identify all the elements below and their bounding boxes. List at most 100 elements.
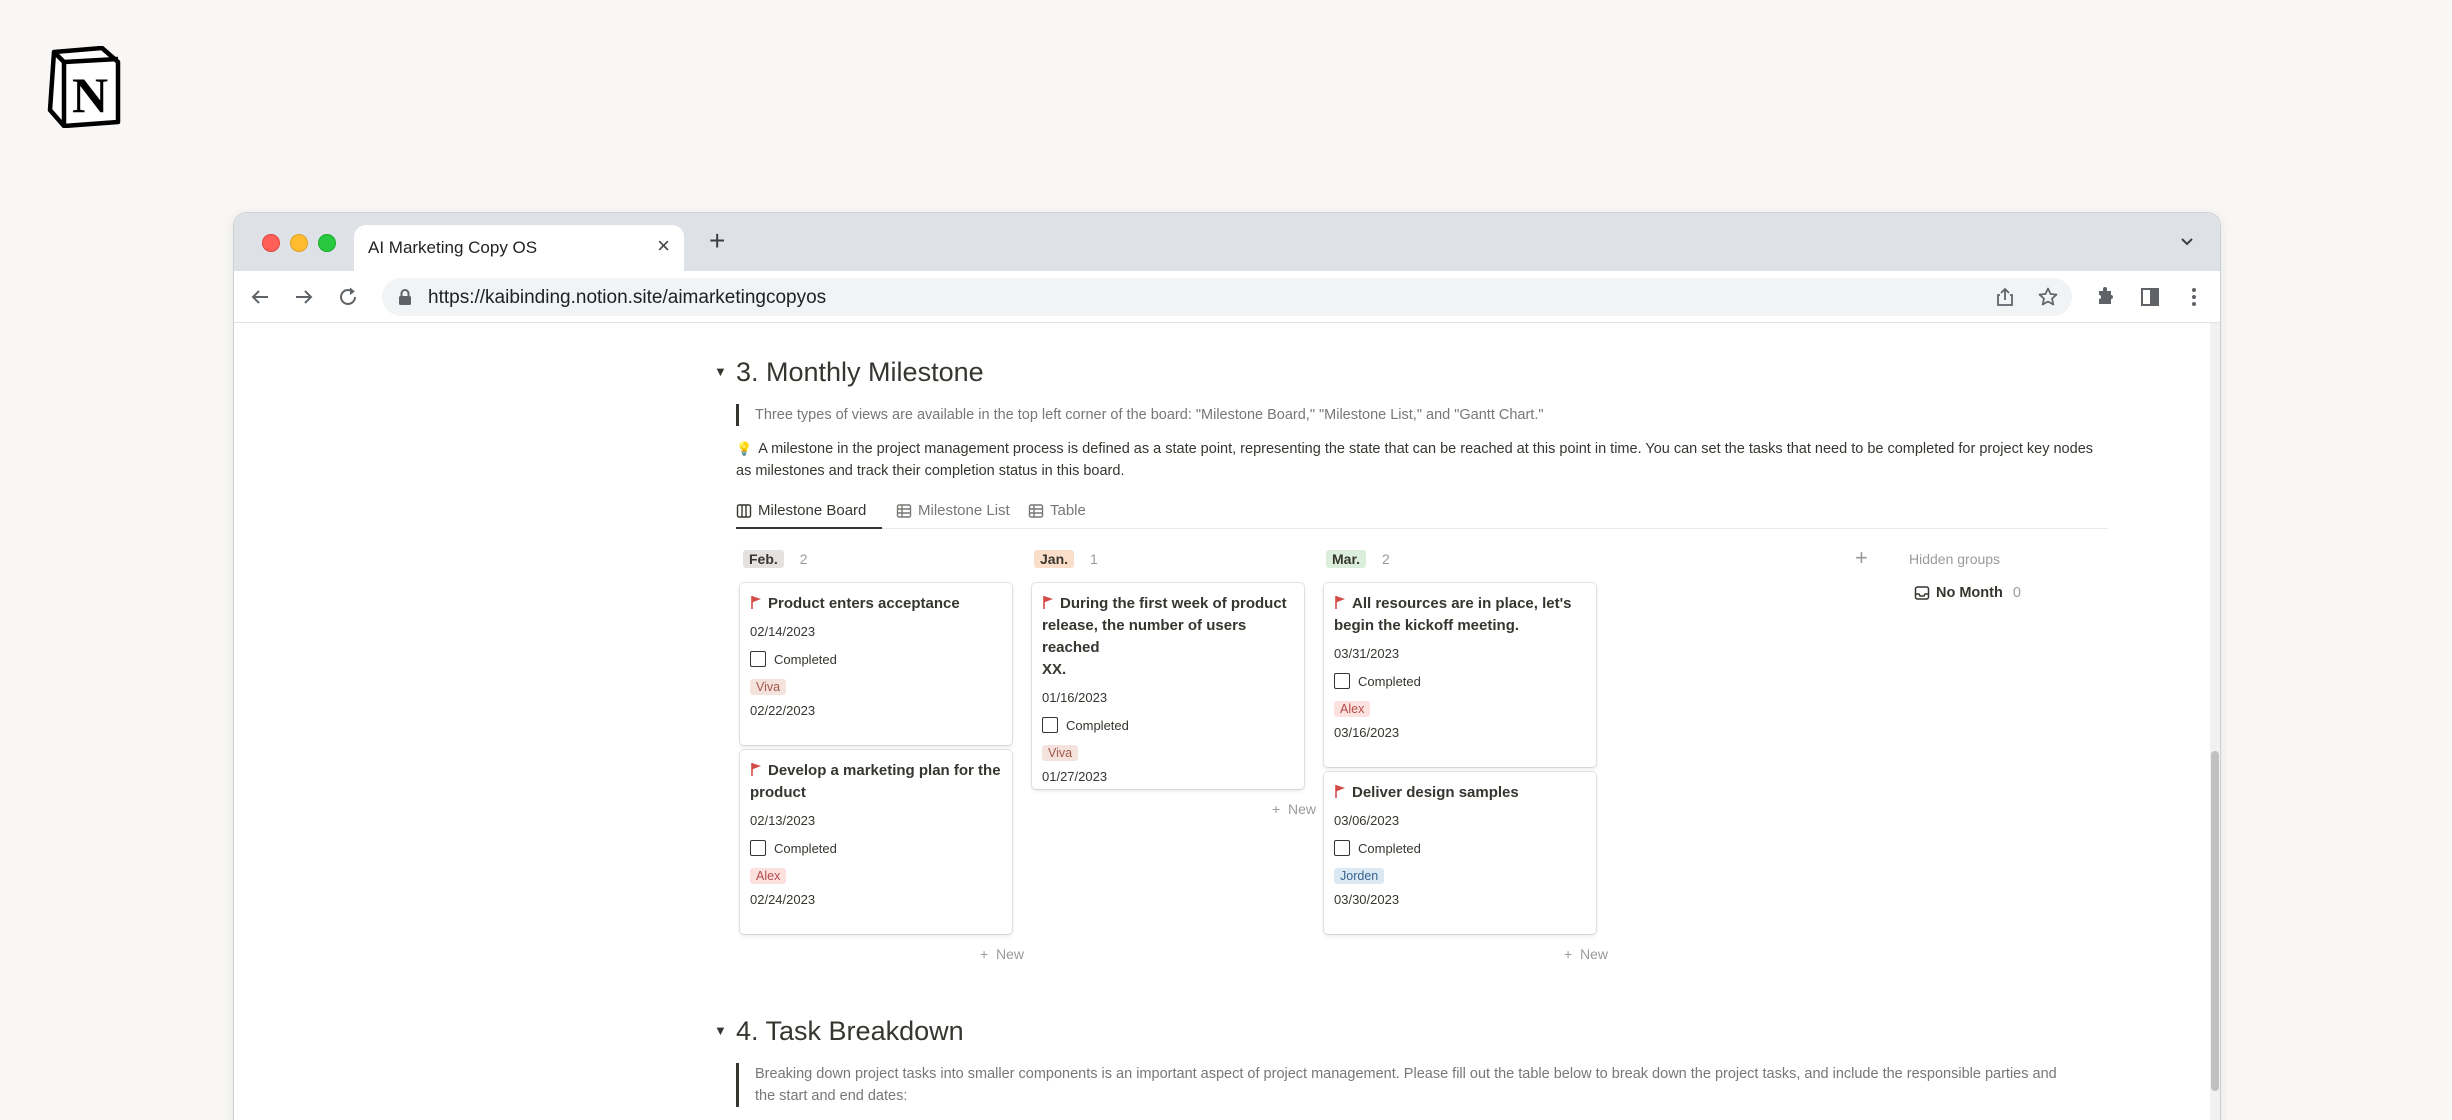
lock-icon bbox=[399, 289, 411, 305]
card-date-2: 01/27/2023 bbox=[1042, 769, 1108, 784]
checkbox[interactable] bbox=[750, 651, 766, 667]
checkbox[interactable] bbox=[1334, 673, 1350, 689]
table-icon bbox=[1028, 504, 1044, 518]
month-pill: Jan. bbox=[1034, 550, 1075, 568]
tab-title: AI Marketing Copy OS bbox=[368, 238, 538, 257]
tab-milestone-board[interactable]: Milestone Board bbox=[736, 497, 882, 529]
completed-checkbox[interactable]: Completed bbox=[1042, 717, 1294, 733]
tab-bar: AI Marketing Copy OS × + bbox=[234, 213, 2220, 271]
side-panel-icon[interactable] bbox=[2138, 285, 2162, 309]
column-header-mar[interactable]: Mar. 2 bbox=[1326, 549, 1390, 569]
card-date: 02/14/2023 bbox=[750, 624, 816, 639]
column-header-jan[interactable]: Jan. 1 bbox=[1034, 549, 1098, 569]
checkbox-label: Completed bbox=[1066, 717, 1129, 733]
new-card-button[interactable]: + New bbox=[980, 946, 1024, 962]
quote-text-1: Breaking down project tasks into smaller… bbox=[755, 1066, 2057, 1082]
card-date-2: 02/24/2023 bbox=[750, 892, 816, 907]
add-group-button[interactable]: + bbox=[1855, 547, 1868, 569]
view-tabs: Milestone Board Milestone List Table bbox=[736, 497, 2108, 529]
chevron-down-icon[interactable] bbox=[2178, 233, 2196, 251]
tab-label: Milestone List bbox=[918, 502, 1010, 519]
no-month-count: 0 bbox=[2012, 585, 2021, 601]
red-flag-icon bbox=[1335, 785, 1345, 798]
section-toggle-icon[interactable]: ▼ bbox=[714, 1023, 727, 1038]
checkbox[interactable] bbox=[1334, 840, 1350, 856]
milestone-card[interactable]: Product enters acceptance 02/14/2023 Com… bbox=[740, 583, 1012, 745]
callout-text-2: as milestones and track their completion… bbox=[736, 463, 1125, 479]
table-icon bbox=[896, 504, 912, 518]
person-tag: Viva bbox=[1042, 745, 1079, 761]
lightbulb-icon: 💡 bbox=[736, 441, 753, 456]
card-title: Deliver design samples bbox=[1334, 782, 1586, 804]
no-month-label: No Month bbox=[1936, 585, 2003, 601]
column-header-feb[interactable]: Feb. 2 bbox=[743, 549, 808, 569]
checkbox-label: Completed bbox=[1358, 840, 1421, 856]
extensions-icon[interactable] bbox=[2094, 285, 2118, 309]
new-card-button[interactable]: + New bbox=[1564, 946, 1608, 962]
browser-window: AI Marketing Copy OS × + https://kaibind… bbox=[233, 212, 2221, 1120]
share-icon[interactable] bbox=[1994, 286, 2016, 308]
milestone-card[interactable]: Deliver design samples 03/06/2023 Comple… bbox=[1324, 772, 1596, 934]
card-date: 02/13/2023 bbox=[750, 813, 816, 828]
browser-toolbar: https://kaibinding.notion.site/aimarketi… bbox=[234, 271, 2220, 323]
person-tag: Alex bbox=[750, 868, 787, 884]
completed-checkbox[interactable]: Completed bbox=[750, 840, 1002, 856]
card-title: During the first week of product release,… bbox=[1042, 595, 1287, 678]
tab-label: Table bbox=[1050, 502, 1086, 519]
checkbox[interactable] bbox=[750, 840, 766, 856]
card-date-2: 03/30/2023 bbox=[1334, 892, 1400, 907]
person-tag: Viva bbox=[750, 679, 787, 695]
forward-arrow-icon[interactable] bbox=[292, 285, 316, 309]
scrollbar-track[interactable] bbox=[2210, 323, 2220, 1120]
address-bar[interactable]: https://kaibinding.notion.site/aimarketi… bbox=[382, 278, 2072, 316]
milestone-card[interactable]: During the first week of product release,… bbox=[1032, 583, 1304, 789]
hidden-groups-label: Hidden groups bbox=[1909, 551, 2001, 567]
new-card-button[interactable]: + New bbox=[1272, 801, 1316, 817]
milestone-card[interactable]: Develop a marketing plan for the product … bbox=[740, 750, 1012, 934]
logo-letter: N bbox=[72, 67, 108, 123]
checkbox[interactable] bbox=[1042, 717, 1058, 733]
red-flag-icon bbox=[751, 596, 761, 609]
scrollbar-thumb[interactable] bbox=[2211, 751, 2219, 1091]
quote-text: Three types of views are available in th… bbox=[755, 407, 1544, 423]
month-pill: Mar. bbox=[1326, 550, 1367, 568]
tab-table[interactable]: Table bbox=[1028, 497, 1086, 529]
card-title: Develop a marketing plan for the product bbox=[750, 762, 1001, 801]
notion-page: ▼ 3. Monthly Milestone Three types of vi… bbox=[234, 323, 2220, 1120]
board-icon bbox=[736, 504, 752, 518]
card-date: 01/16/2023 bbox=[1042, 690, 1108, 705]
red-flag-icon bbox=[1335, 596, 1345, 609]
card-date-2: 03/16/2023 bbox=[1334, 725, 1400, 740]
maximize-window-button[interactable] bbox=[318, 234, 336, 252]
tab-close-icon[interactable]: × bbox=[657, 235, 670, 257]
section-heading: 4. Task Breakdown bbox=[736, 1016, 964, 1046]
checkbox-label: Completed bbox=[774, 651, 837, 667]
completed-checkbox[interactable]: Completed bbox=[750, 651, 1002, 667]
more-menu-icon[interactable] bbox=[2182, 285, 2206, 309]
inbox-icon bbox=[1914, 586, 1930, 600]
red-flag-icon bbox=[751, 763, 761, 776]
completed-checkbox[interactable]: Completed bbox=[1334, 673, 1586, 689]
browser-tab[interactable]: AI Marketing Copy OS × bbox=[354, 225, 684, 271]
quote-block: Three types of views are available in th… bbox=[736, 404, 2076, 426]
bookmark-star-icon[interactable] bbox=[2037, 286, 2059, 308]
tab-label: Milestone Board bbox=[758, 502, 867, 519]
tab-milestone-list[interactable]: Milestone List bbox=[896, 497, 1010, 529]
completed-checkbox[interactable]: Completed bbox=[1334, 840, 1586, 856]
milestone-card[interactable]: All resources are in place, let's begin t… bbox=[1324, 583, 1596, 767]
quote-text-2: the start and end dates: bbox=[755, 1088, 908, 1104]
reload-icon[interactable] bbox=[336, 285, 360, 309]
new-tab-button[interactable]: + bbox=[709, 227, 725, 255]
card-date: 03/31/2023 bbox=[1334, 646, 1400, 661]
card-title: Product enters acceptance bbox=[750, 593, 1002, 615]
column-count: 2 bbox=[799, 551, 808, 567]
back-arrow-icon[interactable] bbox=[248, 285, 272, 309]
minimize-window-button[interactable] bbox=[290, 234, 308, 252]
close-window-button[interactable] bbox=[262, 234, 280, 252]
notion-logo-icon: N bbox=[47, 46, 121, 128]
callout-block: 💡 A milestone in the project management p… bbox=[736, 438, 2116, 482]
person-tag: Alex bbox=[1334, 701, 1371, 717]
card-title: All resources are in place, let's begin t… bbox=[1334, 595, 1572, 634]
hidden-group-no-month[interactable]: No Month 0 bbox=[1914, 585, 2021, 601]
section-toggle-icon[interactable]: ▼ bbox=[714, 364, 727, 379]
